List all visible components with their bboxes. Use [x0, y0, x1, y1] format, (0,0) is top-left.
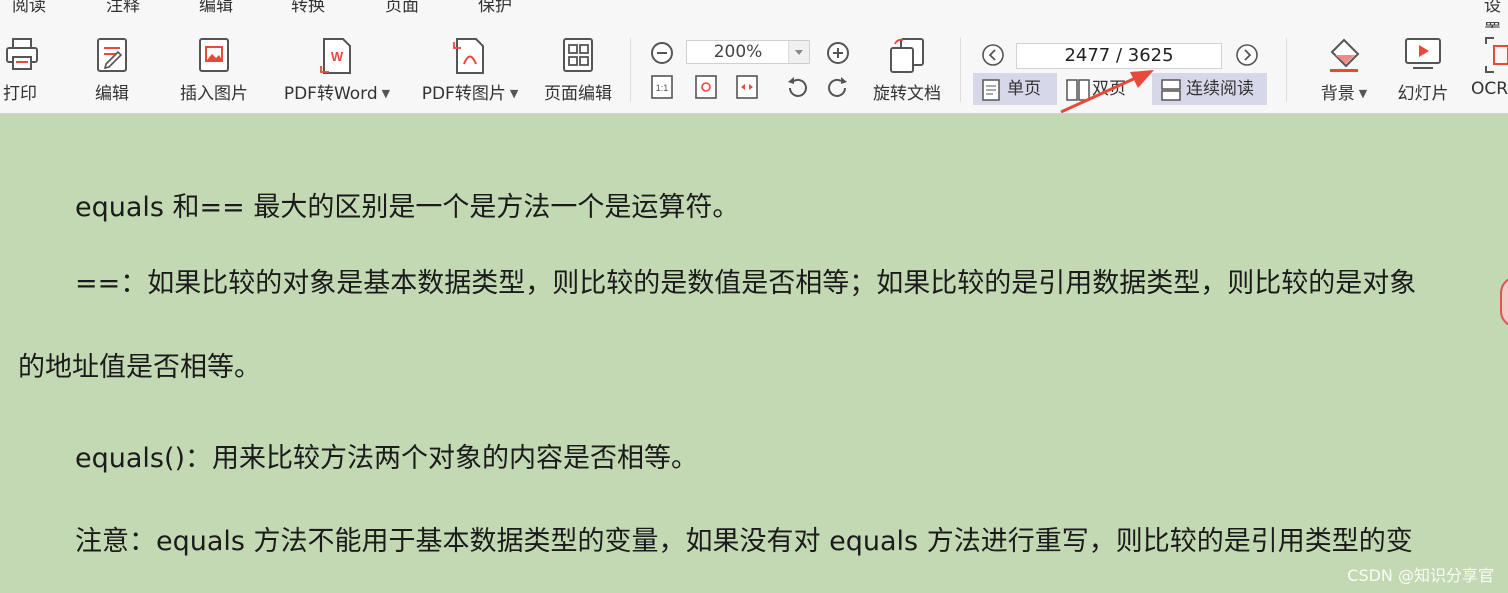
single-page-mode[interactable]: 单页: [973, 73, 1057, 105]
menu-settings[interactable]: 设置: [1484, 0, 1508, 28]
rotate-right-icon[interactable]: [826, 76, 850, 104]
continuous-reading-label: 连续阅读: [1186, 79, 1254, 99]
insert-image-button[interactable]: 插入图片: [174, 28, 254, 113]
print-label: 打印: [3, 84, 37, 104]
menu-read[interactable]: 阅读: [12, 0, 46, 16]
ocr-button[interactable]: OCR: [1470, 28, 1508, 113]
paragraph-1: equals 和== 最大的区别是一个是方法一个是运算符。: [75, 192, 740, 223]
menu-protect[interactable]: 保护: [478, 0, 512, 16]
pdf-to-image-label: PDF转图片 ▼: [421, 84, 519, 104]
toolbar: 打印 编辑 插入图片 W PDF转Word ▼ PDF转图片 ▼ 页面编辑 20…: [0, 28, 1508, 114]
page-grid-icon: [560, 36, 596, 78]
pdf-to-image-icon: [452, 36, 488, 80]
insert-image-icon: [196, 36, 232, 78]
pdf-to-word-icon: W: [319, 36, 355, 80]
zoom-value: 200%: [713, 42, 763, 62]
ocr-label: OCR: [1471, 79, 1508, 99]
pdf-to-word-label: PDF转Word ▼: [283, 84, 391, 104]
rotate-left-icon[interactable]: [785, 76, 809, 104]
paint-bucket-icon: [1326, 36, 1362, 78]
document-page: equals 和== 最大的区别是一个是方法一个是运算符。 ==：如果比较的对象…: [0, 114, 1508, 593]
rotate-document-button[interactable]: 旋转文档: [866, 28, 948, 113]
edit-label: 编辑: [95, 84, 129, 104]
previous-page-icon[interactable]: [981, 43, 1005, 71]
watermark: CSDN @知识分享官: [1347, 566, 1494, 585]
continuous-reading-icon: [1161, 79, 1181, 101]
print-button[interactable]: 打印: [0, 28, 44, 113]
menu-page[interactable]: 页面: [385, 0, 419, 16]
paragraph-4: 注意：equals 方法不能用于基本数据类型的变量，如果没有对 equals 方…: [75, 526, 1413, 557]
paragraph-2-line-1: ==：如果比较的对象是基本数据类型，则比较的是数值是否相等；如果比较的是引用数据…: [75, 268, 1417, 299]
paragraph-2-line-2: 的地址值是否相等。: [18, 352, 261, 383]
insert-image-label: 插入图片: [180, 84, 248, 104]
next-page-icon[interactable]: [1235, 43, 1259, 71]
pdf-to-image-button[interactable]: PDF转图片 ▼: [416, 28, 524, 113]
edit-doc-icon: [94, 36, 130, 78]
slideshow-button[interactable]: 幻灯片: [1392, 28, 1454, 113]
zoom-out-icon[interactable]: [650, 41, 674, 69]
annotation-arrow-icon: [1060, 70, 1154, 113]
slideshow-icon: [1403, 36, 1443, 76]
slideshow-label: 幻灯片: [1397, 84, 1449, 104]
ocr-icon: [1484, 36, 1508, 78]
separator: [1286, 38, 1287, 102]
pdf-to-word-button[interactable]: W PDF转Word ▼: [276, 28, 398, 113]
page-edit-button[interactable]: 页面编辑: [540, 28, 616, 113]
zoom-select[interactable]: 200%: [686, 40, 810, 64]
edit-button[interactable]: 编辑: [86, 28, 138, 113]
paragraph-3: equals()：用来比较方法两个对象的内容是否相等。: [75, 443, 699, 474]
menu-annotate[interactable]: 注释: [106, 0, 140, 16]
rotate-document-label: 旋转文档: [873, 84, 941, 104]
separator: [630, 38, 631, 102]
single-page-label: 单页: [1007, 79, 1041, 99]
zoom-in-icon[interactable]: [826, 41, 850, 69]
svg-text:W: W: [331, 49, 344, 64]
menu-convert[interactable]: 转换: [291, 0, 325, 16]
rotate-document-icon: [887, 36, 927, 78]
actual-size-icon[interactable]: 1:1: [650, 74, 674, 104]
svg-text:1:1: 1:1: [656, 83, 669, 93]
single-page-icon: [982, 79, 1000, 101]
menu-bar: 阅读 注释 编辑 转换 页面 保护 设置: [0, 0, 1508, 29]
background-button[interactable]: 背景 ▼: [1314, 28, 1374, 113]
menu-edit[interactable]: 编辑: [199, 0, 233, 16]
page-edit-label: 页面编辑: [544, 84, 612, 104]
printer-icon: [4, 36, 40, 76]
fit-width-icon[interactable]: [735, 74, 759, 104]
background-label: 背景 ▼: [1320, 84, 1368, 104]
chevron-down-icon[interactable]: [788, 41, 809, 63]
separator: [960, 38, 961, 102]
fit-page-icon[interactable]: [694, 74, 718, 104]
floating-tool-icon[interactable]: [1500, 276, 1508, 328]
continuous-reading-mode[interactable]: 连续阅读: [1152, 73, 1267, 105]
